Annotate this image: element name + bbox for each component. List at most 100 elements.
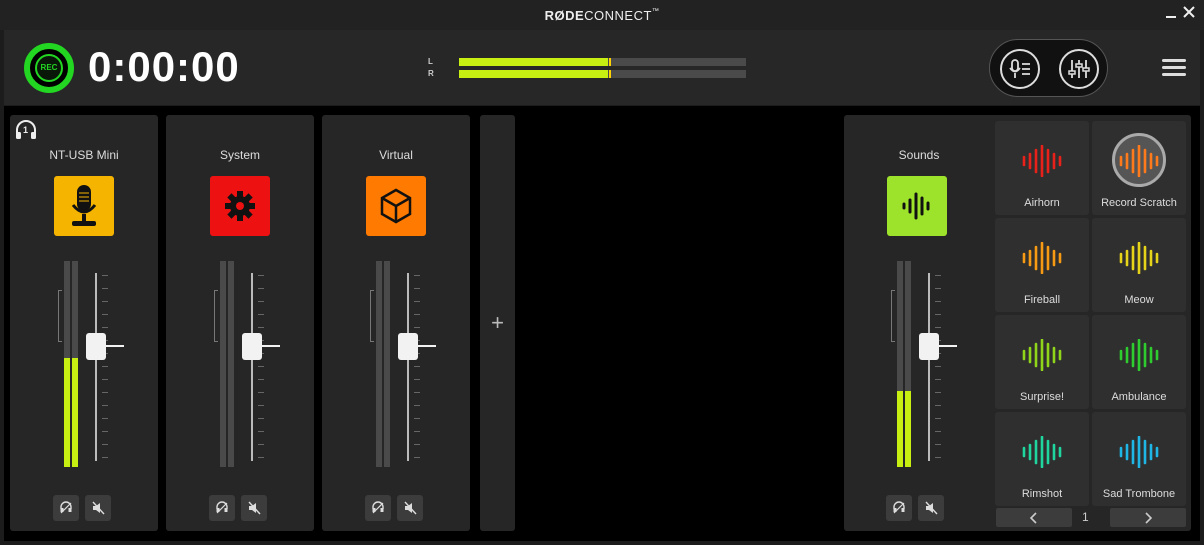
fader-tick bbox=[258, 405, 264, 406]
minimize-button[interactable] bbox=[1162, 4, 1180, 22]
mic-list-view-button[interactable] bbox=[1000, 49, 1040, 89]
meter-left-peak bbox=[609, 58, 612, 66]
fader-tick bbox=[102, 327, 108, 328]
fader-tick bbox=[258, 275, 264, 276]
close-button[interactable] bbox=[1180, 4, 1198, 22]
meter-bar-right bbox=[905, 261, 911, 467]
fader-tick bbox=[935, 366, 941, 367]
channel-name: Virtual bbox=[379, 148, 413, 162]
add-channel-button[interactable]: + bbox=[480, 115, 515, 531]
speaker-mute-icon bbox=[404, 501, 417, 515]
monitor-button[interactable] bbox=[53, 495, 79, 521]
fader-tick bbox=[102, 418, 108, 419]
master-meter-left bbox=[459, 58, 746, 66]
sound-pad[interactable]: Airhorn bbox=[995, 121, 1089, 215]
meter-bar-right bbox=[72, 261, 78, 467]
fader-tick bbox=[414, 457, 420, 458]
channel-icon-button[interactable] bbox=[54, 176, 114, 236]
view-toggle-group bbox=[989, 39, 1108, 97]
headphone-monitor-icon[interactable]: 1 bbox=[14, 119, 38, 141]
brand-connect: CONNECT bbox=[584, 8, 652, 23]
sound-pad-label: Fireball bbox=[1023, 294, 1061, 306]
mixer-view-button[interactable] bbox=[1059, 49, 1099, 89]
sound-pad-label: Meow bbox=[1124, 294, 1154, 306]
fader-tick bbox=[258, 379, 264, 380]
fader-track bbox=[251, 273, 253, 461]
record-label: REC bbox=[35, 54, 63, 82]
channel-icon-button[interactable] bbox=[887, 176, 947, 236]
monitor-button[interactable] bbox=[886, 495, 912, 521]
chevron-right-icon bbox=[1145, 511, 1153, 524]
mute-button[interactable] bbox=[397, 495, 423, 521]
meter-bar-left bbox=[64, 261, 70, 467]
channel-2-strip: System bbox=[166, 115, 314, 531]
sound-pad-label: Surprise! bbox=[1019, 391, 1065, 403]
channel-icon-button[interactable] bbox=[366, 176, 426, 236]
fader-tick bbox=[102, 444, 108, 445]
fader-tick bbox=[102, 288, 108, 289]
meter-bar-right bbox=[384, 261, 390, 467]
volume-fader[interactable] bbox=[919, 333, 939, 360]
sound-pad[interactable]: Meow bbox=[1092, 218, 1186, 312]
menu-icon bbox=[1162, 59, 1186, 62]
channel-level-meter bbox=[64, 261, 78, 467]
meter-level-fill bbox=[64, 357, 70, 467]
sound-pad[interactable]: Sad Trombone bbox=[1092, 412, 1186, 506]
fader-scale bbox=[258, 275, 264, 461]
fader-tick bbox=[258, 288, 264, 289]
sound-pad[interactable]: Ambulance bbox=[1092, 315, 1186, 409]
mute-button[interactable] bbox=[85, 495, 111, 521]
headphone-monitor-number: 1 bbox=[23, 125, 29, 135]
sound-pad[interactable]: Record Scratch bbox=[1092, 121, 1186, 215]
sound-pad[interactable]: Rimshot bbox=[995, 412, 1089, 506]
fader-track bbox=[407, 273, 409, 461]
fader-tick bbox=[414, 444, 420, 445]
next-page-button[interactable] bbox=[1110, 508, 1186, 527]
fader-tick bbox=[414, 314, 420, 315]
fader-tick bbox=[102, 405, 108, 406]
volume-fader[interactable] bbox=[242, 333, 262, 360]
volume-fader[interactable] bbox=[398, 333, 418, 360]
gain-range-bracket bbox=[370, 290, 374, 342]
volume-fader[interactable] bbox=[86, 333, 106, 360]
headphone-mute-icon bbox=[893, 501, 905, 514]
fader-tick bbox=[935, 327, 941, 328]
fader-tick bbox=[102, 275, 108, 276]
sound-pad-label: Airhorn bbox=[1024, 197, 1060, 209]
fader-tick bbox=[414, 431, 420, 432]
fader-tick bbox=[102, 366, 108, 367]
meter-left-fill bbox=[459, 58, 609, 66]
meter-right-label: R bbox=[428, 69, 434, 78]
channel-icon-button[interactable] bbox=[210, 176, 270, 236]
fader-tick bbox=[102, 431, 108, 432]
mute-button[interactable] bbox=[918, 495, 944, 521]
channel-name: Sounds bbox=[898, 148, 940, 162]
headphone-mute-icon bbox=[372, 501, 384, 514]
fader-tick bbox=[258, 314, 264, 315]
speaker-mute-icon bbox=[248, 501, 261, 515]
meter-right-fill bbox=[459, 70, 609, 78]
mute-button[interactable] bbox=[241, 495, 267, 521]
recording-timer: 0:00:00 bbox=[88, 43, 240, 90]
soundwave-icon bbox=[1022, 436, 1062, 468]
monitor-button[interactable] bbox=[209, 495, 235, 521]
gain-range-bracket bbox=[891, 290, 895, 342]
fader-tick bbox=[414, 366, 420, 367]
fader-tick bbox=[935, 301, 941, 302]
fader-tick bbox=[414, 392, 420, 393]
fader-tick bbox=[414, 275, 420, 276]
fader-tick bbox=[414, 288, 420, 289]
sound-pad[interactable]: Surprise! bbox=[995, 315, 1089, 409]
fader-tick bbox=[102, 379, 108, 380]
menu-button[interactable] bbox=[1162, 59, 1186, 77]
sounds-panel: Sounds Airhorn Record Scratch Fireball Meow… bbox=[844, 115, 1191, 531]
sound-pad[interactable]: Fireball bbox=[995, 218, 1089, 312]
fader-tick bbox=[414, 301, 420, 302]
record-button[interactable]: REC bbox=[24, 43, 74, 93]
soundwave-icon bbox=[1022, 145, 1062, 177]
brand-rode: RØDE bbox=[544, 8, 585, 23]
headphone-mute-icon bbox=[60, 501, 72, 514]
previous-page-button[interactable] bbox=[996, 508, 1072, 527]
channel-level-meter bbox=[220, 261, 234, 467]
monitor-button[interactable] bbox=[365, 495, 391, 521]
